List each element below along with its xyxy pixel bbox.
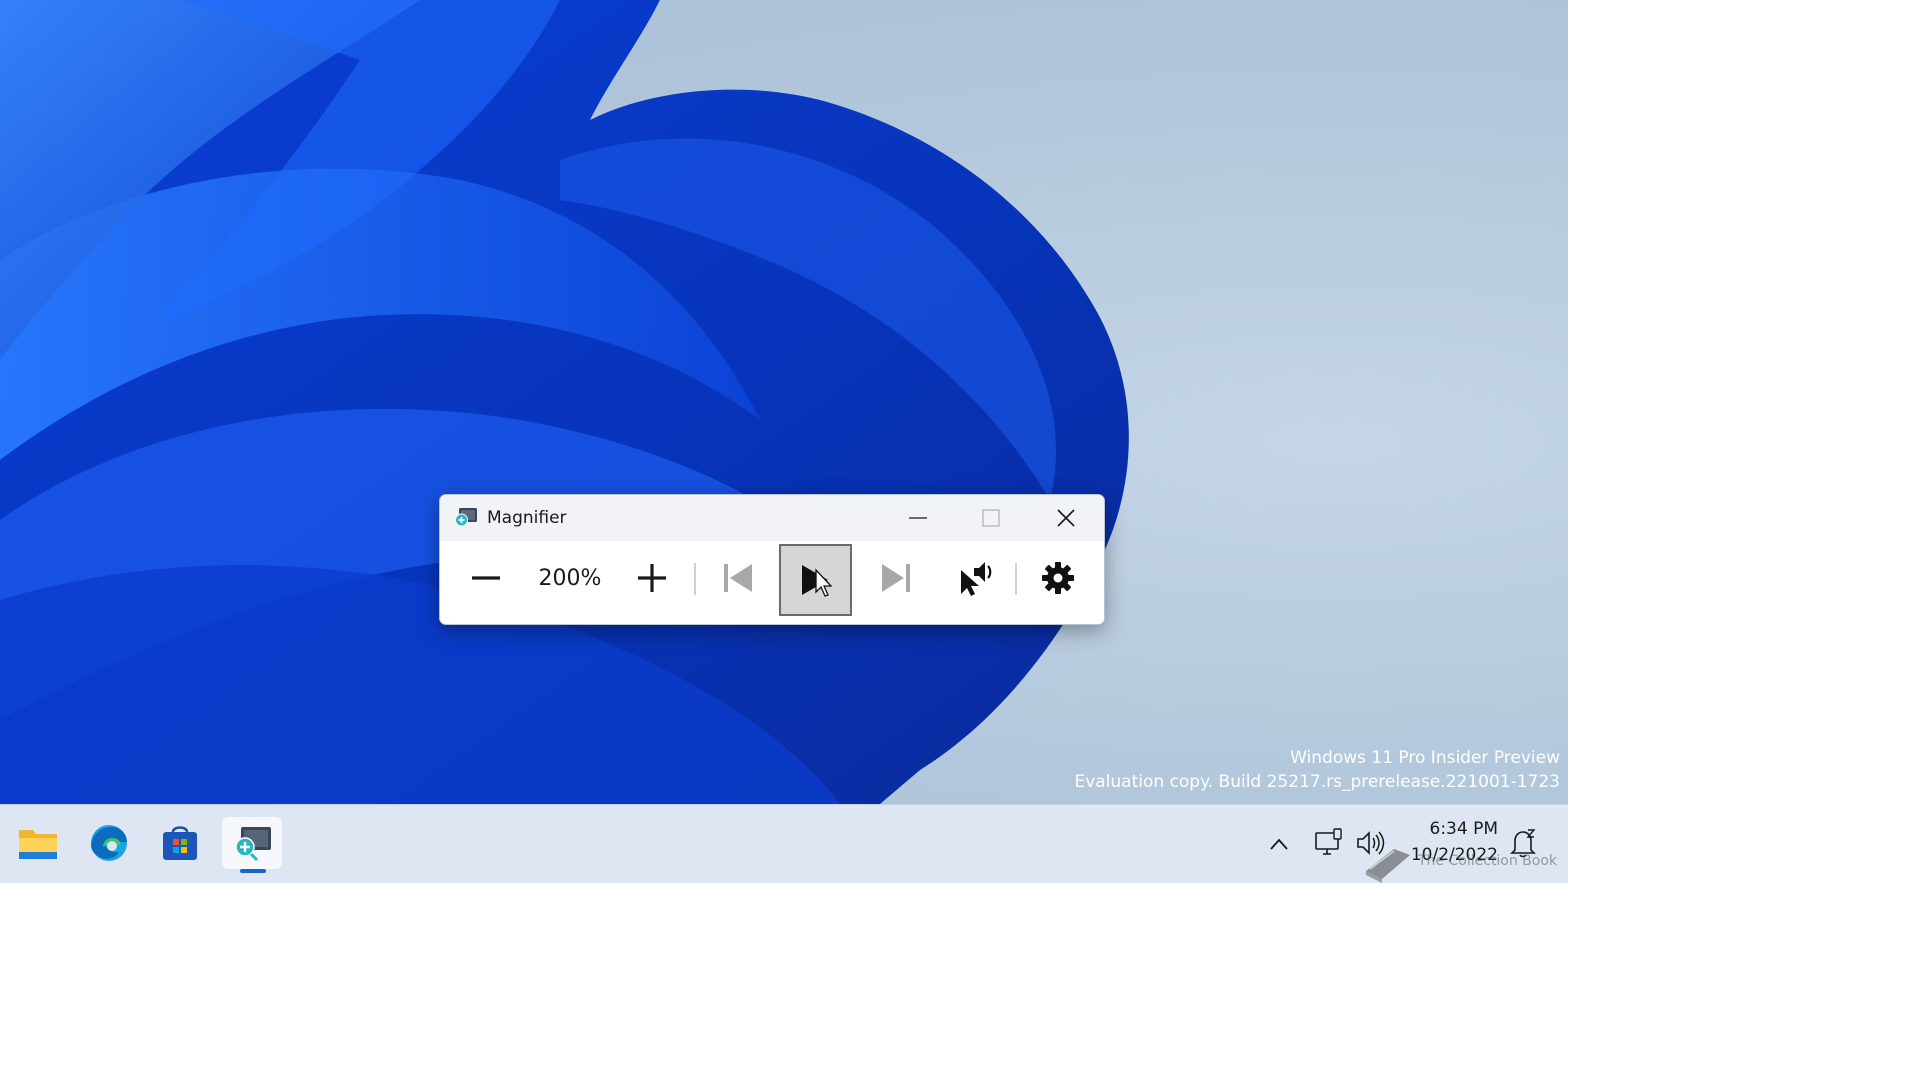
skip-next-icon: [882, 564, 910, 592]
wallpaper-bloom: [0, 0, 1129, 804]
next-button[interactable]: [870, 555, 922, 601]
previous-button[interactable]: [712, 555, 764, 601]
toolbar-divider: [1015, 563, 1017, 595]
chevron-up-icon: [1270, 838, 1288, 850]
show-hidden-icons-button[interactable]: [1262, 827, 1296, 861]
zoom-level-display: 200%: [538, 565, 602, 591]
magnifier-window: Magnifier 200%: [439, 494, 1105, 625]
skip-previous-icon: [724, 564, 752, 592]
maximize-button[interactable]: [955, 495, 1027, 541]
watermark-build: Evaluation copy. Build 25217.rs_prerelea…: [1074, 772, 1560, 792]
store-icon: [163, 826, 197, 860]
close-button[interactable]: [1030, 495, 1102, 541]
gear-icon: [1042, 562, 1074, 594]
overlay-watermark-logo: The Collection Book: [1360, 841, 1560, 883]
book-icon: [1366, 849, 1410, 883]
plus-icon: [638, 564, 666, 592]
zoom-in-button[interactable]: [626, 555, 678, 601]
zoom-out-button[interactable]: [460, 555, 512, 601]
taskbar-magnifier[interactable]: [222, 817, 282, 869]
magnifier-icon: [235, 827, 271, 862]
taskbar-store[interactable]: [150, 817, 210, 869]
play-button[interactable]: [779, 544, 852, 616]
title-bar[interactable]: Magnifier: [440, 495, 1104, 541]
taskbar: 6:34 PM 10/2/2022 The Collection Book: [0, 804, 1568, 883]
folder-icon: [19, 830, 57, 859]
edge-icon: [91, 825, 127, 861]
play-icon: [801, 565, 833, 597]
desktop: Windows 11 Pro Insider Preview Evaluatio…: [0, 0, 1568, 804]
window-title: Magnifier: [487, 508, 567, 528]
minimize-icon: [909, 517, 927, 519]
minus-icon: [472, 576, 500, 580]
active-app-indicator: [240, 869, 266, 873]
magnifier-app-icon: [454, 507, 478, 529]
overlay-logo-text: The Collection Book: [1418, 853, 1558, 869]
minimize-button[interactable]: [882, 495, 954, 541]
magnifier-toolbar: 200%: [440, 541, 1104, 624]
settings-button[interactable]: [1032, 553, 1084, 603]
windows-watermark: Windows 11 Pro Insider Preview Evaluatio…: [1074, 746, 1560, 794]
toolbar-divider: [694, 563, 696, 595]
network-button[interactable]: [1312, 825, 1346, 861]
taskbar-edge[interactable]: [79, 817, 139, 869]
network-icon: [1315, 828, 1342, 855]
watermark-edition: Windows 11 Pro Insider Preview: [1290, 748, 1560, 768]
taskbar-file-explorer[interactable]: [8, 817, 68, 869]
clock-time[interactable]: 6:34 PM: [1406, 819, 1499, 839]
maximize-icon: [982, 509, 1000, 527]
close-icon: [1057, 509, 1075, 527]
pointer-speaker-icon: [961, 562, 992, 596]
read-from-pointer-button[interactable]: [947, 553, 1003, 603]
